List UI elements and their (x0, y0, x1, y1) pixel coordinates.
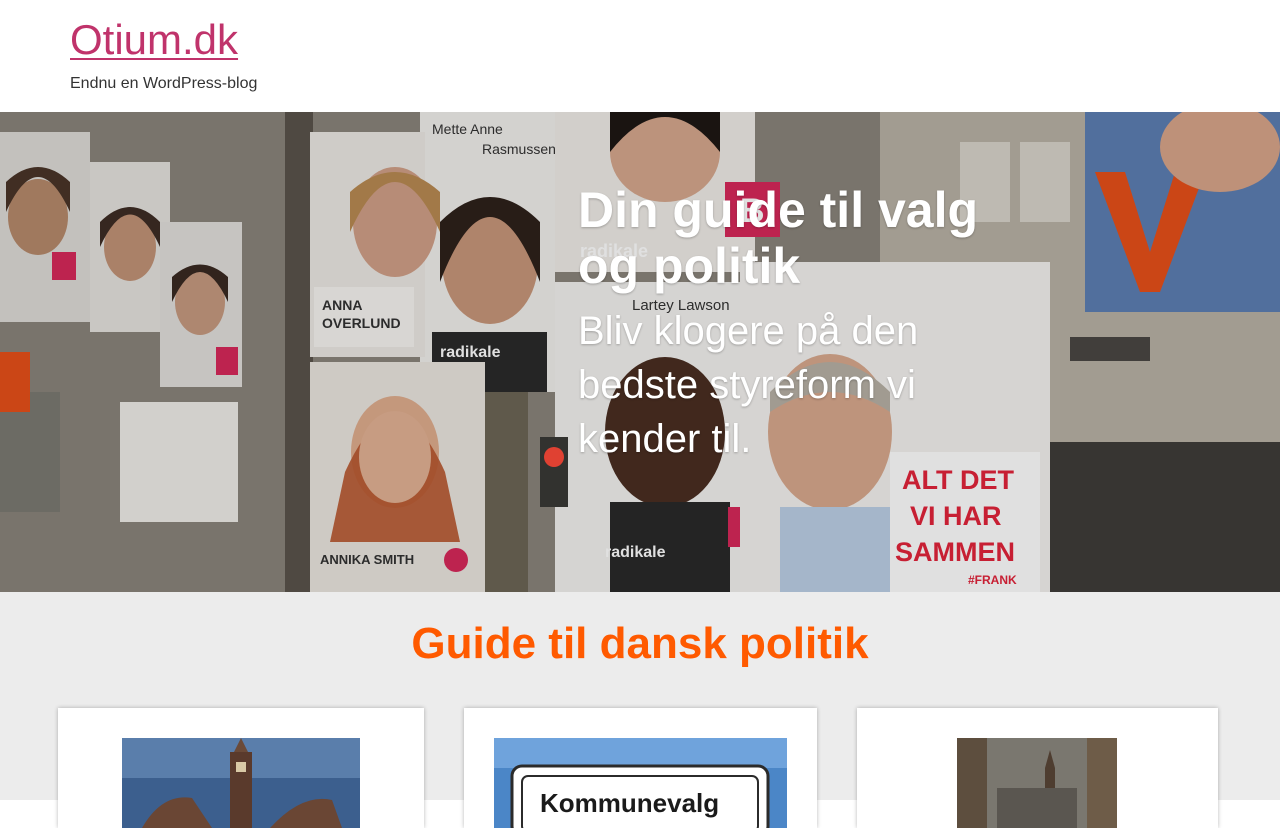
city-street-photo[interactable] (957, 738, 1117, 828)
guide-card-kommunevalg[interactable]: Kommunevalg (464, 708, 817, 828)
kommunevalg-sign-photo[interactable]: Kommunevalg (494, 738, 787, 828)
guide-heading: Guide til dansk politik (411, 619, 869, 668)
guide-card-city[interactable] (857, 708, 1218, 828)
guide-section: Guide til dansk politik Kommunevalg (0, 592, 1280, 828)
parliament-building-photo[interactable] (122, 738, 360, 828)
hero-text-block: Din guide til valg og politik Bliv kloge… (578, 182, 1018, 466)
hero-title: Din guide til valg og politik (578, 182, 979, 294)
guide-card-parliament[interactable] (58, 708, 424, 828)
site-header: Otium.dk Endnu en WordPress-blog (0, 0, 1280, 112)
hero-banner: Mette Anne Rasmussen radikale ANNA OVERL… (0, 112, 1280, 592)
sign-text: Kommunevalg (540, 788, 719, 818)
site-title-link[interactable]: Otium.dk (70, 16, 238, 64)
site-tagline: Endnu en WordPress-blog (70, 75, 258, 92)
hero-subtitle: Bliv klogere på den bedste styreform vi … (578, 309, 919, 461)
